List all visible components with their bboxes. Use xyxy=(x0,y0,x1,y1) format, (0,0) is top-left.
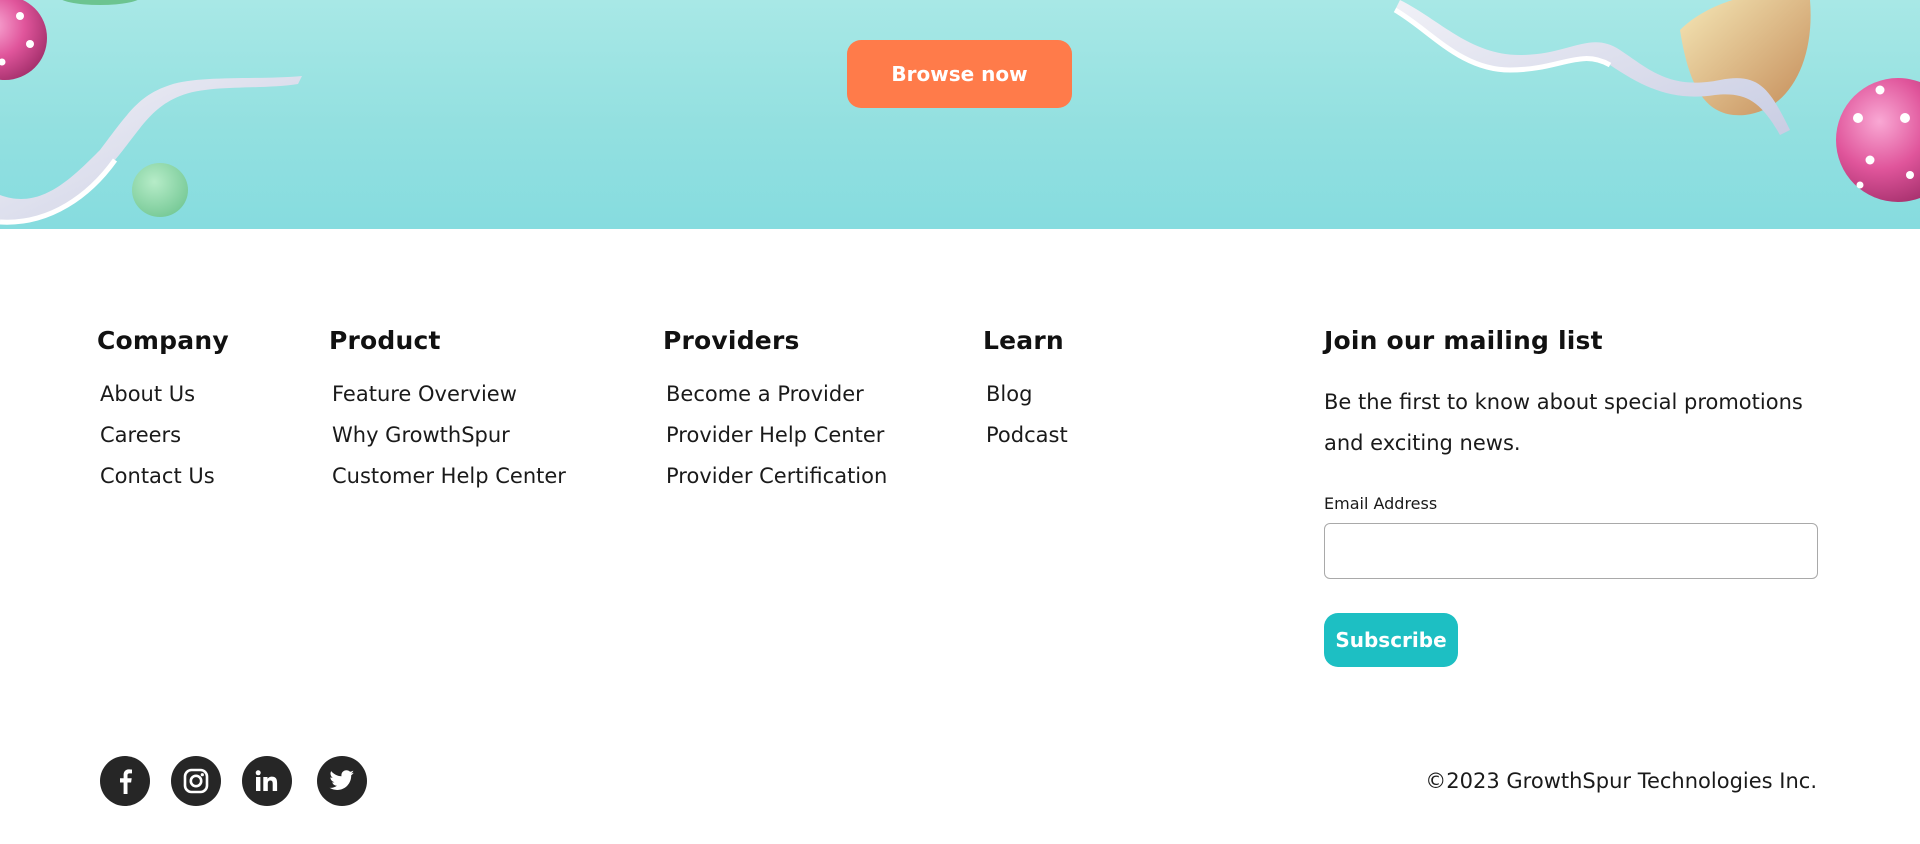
link-podcast[interactable]: Podcast xyxy=(986,423,1068,448)
footer-column-company: Company About Us Careers Contact Us xyxy=(97,326,229,505)
link-list: Become a Provider Provider Help Center P… xyxy=(663,382,887,505)
link-list: Feature Overview Why GrowthSpur Customer… xyxy=(329,382,566,505)
link-customer-help-center[interactable]: Customer Help Center xyxy=(332,464,566,489)
link-feature-overview[interactable]: Feature Overview xyxy=(332,382,517,407)
link-become-a-provider[interactable]: Become a Provider xyxy=(666,382,864,407)
twitter-icon[interactable] xyxy=(317,756,367,806)
link-careers[interactable]: Careers xyxy=(100,423,181,448)
mailing-title: Join our mailing list xyxy=(1324,326,1603,355)
email-field[interactable] xyxy=(1324,523,1818,579)
link-provider-help-center[interactable]: Provider Help Center xyxy=(666,423,884,448)
column-title: Learn xyxy=(983,326,1064,355)
mailing-description: Be the first to know about special promo… xyxy=(1324,390,1803,455)
link-about-us[interactable]: About Us xyxy=(100,382,195,407)
site-footer: Company About Us Careers Contact Us Prod… xyxy=(0,229,1920,844)
link-provider-certification[interactable]: Provider Certification xyxy=(666,464,887,489)
column-title: Company xyxy=(97,326,229,355)
decorative-shapes xyxy=(0,0,1920,225)
hero-banner: Browse now xyxy=(0,0,1920,229)
copyright-text: ©2023 GrowthSpur Technologies Inc. xyxy=(1425,769,1817,793)
footer-column-providers: Providers Become a Provider Provider Hel… xyxy=(663,326,887,505)
browse-now-button[interactable]: Browse now xyxy=(847,40,1072,108)
mailing-list-signup: Join our mailing list Be the first to kn… xyxy=(1324,326,1818,667)
link-why-growthspur[interactable]: Why GrowthSpur xyxy=(332,423,510,448)
facebook-icon[interactable] xyxy=(100,756,150,806)
footer-column-learn: Learn Blog Podcast xyxy=(983,326,1068,464)
instagram-icon[interactable] xyxy=(171,756,221,806)
link-contact-us[interactable]: Contact Us xyxy=(100,464,215,489)
email-label: Email Address xyxy=(1324,494,1438,513)
linkedin-icon[interactable] xyxy=(242,756,292,806)
column-title: Providers xyxy=(663,326,800,355)
link-list: About Us Careers Contact Us xyxy=(97,382,229,505)
column-title: Product xyxy=(329,326,441,355)
subscribe-button[interactable]: Subscribe xyxy=(1324,613,1458,667)
footer-column-product: Product Feature Overview Why GrowthSpur … xyxy=(329,326,566,505)
social-links xyxy=(100,756,388,806)
link-blog[interactable]: Blog xyxy=(986,382,1032,407)
link-list: Blog Podcast xyxy=(983,382,1068,464)
